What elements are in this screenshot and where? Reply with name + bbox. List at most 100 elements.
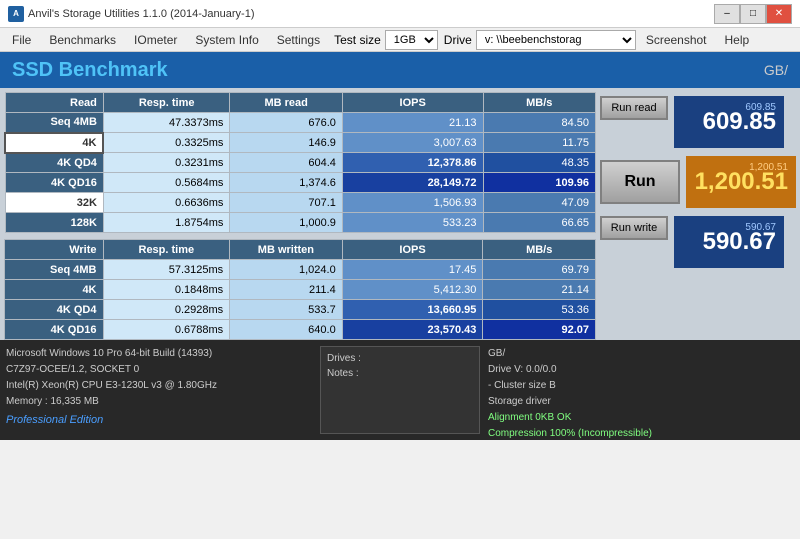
- row-label: 4K QD4: [5, 300, 104, 320]
- iops-val: 21.13: [342, 113, 483, 133]
- run-button[interactable]: Run: [600, 160, 680, 204]
- write-col-resp: Resp. time: [103, 240, 230, 260]
- mbs-val: 69.79: [483, 260, 596, 280]
- table-row: 4K QD4 0.2928ms 533.7 13,660.95 53.36: [5, 300, 596, 320]
- menu-settings[interactable]: Settings: [269, 31, 328, 49]
- run-row: Run 1,200.51 1,200.51: [600, 156, 796, 208]
- test-size-group: Test size 1GB 4GB: [334, 30, 438, 50]
- iops-val: 3,007.63: [342, 133, 483, 153]
- menu-file[interactable]: File: [4, 31, 39, 49]
- iops-val: 23,570.43: [342, 320, 483, 340]
- run-read-button[interactable]: Run read: [600, 96, 668, 120]
- mb-val: 640.0: [230, 320, 343, 340]
- main-content: Read Resp. time MB read IOPS MB/s Seq 4M…: [0, 88, 800, 340]
- drives-notes-panel: Drives : Notes :: [320, 346, 480, 434]
- close-button[interactable]: ✕: [766, 4, 792, 24]
- drives-label: Drives :: [327, 353, 473, 364]
- window-controls: – □ ✕: [714, 4, 792, 24]
- system-info-panel: Microsoft Windows 10 Pro 64-bit Build (1…: [6, 346, 312, 434]
- table-row: 4K 0.1848ms 211.4 5,412.30 21.14: [5, 280, 596, 300]
- read-col-mb: MB read: [230, 93, 342, 113]
- run-write-button[interactable]: Run write: [600, 216, 668, 240]
- resp-val: 0.1848ms: [103, 280, 230, 300]
- ssd-title: SSD Benchmark: [12, 59, 168, 82]
- menu-system-info[interactable]: System Info: [187, 31, 266, 49]
- table-row: 4K QD4 0.3231ms 604.4 12,378.86 48.35: [5, 153, 596, 173]
- mb-val: 707.1: [230, 193, 342, 213]
- resp-val: 0.5684ms: [103, 173, 230, 193]
- resp-val: 0.3325ms: [103, 133, 230, 153]
- test-size-select[interactable]: 1GB 4GB: [385, 30, 438, 50]
- mbs-val: 109.96: [483, 173, 596, 193]
- drive-group: Drive v: \\beebenchstorag: [444, 30, 636, 50]
- right-line7: Compression 100% (Incompressible): [488, 426, 794, 442]
- sys-line4: Memory : 16,335 MB: [6, 394, 312, 410]
- table-row: 128K 1.8754ms 1,000.9 533.23 66.65: [5, 213, 596, 233]
- resp-val: 1.8754ms: [103, 213, 230, 233]
- mbs-val: 21.14: [483, 280, 596, 300]
- sys-line3: Intel(R) Xeon(R) CPU E3-1230L v3 @ 1.80G…: [6, 378, 312, 394]
- ssd-unit: GB/: [764, 62, 788, 78]
- mb-val: 533.7: [230, 300, 343, 320]
- read-col-iops: IOPS: [342, 93, 483, 113]
- sys-line1: Microsoft Windows 10 Pro 64-bit Build (1…: [6, 346, 312, 362]
- menu-help[interactable]: Help: [717, 31, 758, 49]
- row-label: 32K: [5, 193, 103, 213]
- table-row: Seq 4MB 47.3373ms 676.0 21.13 84.50: [5, 113, 596, 133]
- write-col-mbs: MB/s: [483, 240, 596, 260]
- right-line6: Alignment 0KB OK: [488, 410, 794, 426]
- menu-benchmarks[interactable]: Benchmarks: [41, 31, 124, 49]
- row-label: 128K: [5, 213, 103, 233]
- table-row: 32K 0.6636ms 707.1 1,506.93 47.09: [5, 193, 596, 213]
- run-write-score-box: 590.67 590.67: [674, 216, 784, 268]
- mbs-val: 47.09: [483, 193, 596, 213]
- menu-bar: File Benchmarks IOmeter System Info Sett…: [0, 28, 800, 52]
- iops-val: 533.23: [342, 213, 483, 233]
- mb-val: 211.4: [230, 280, 343, 300]
- title-bar: A Anvil's Storage Utilities 1.1.0 (2014-…: [0, 0, 800, 28]
- iops-val: 1,506.93: [342, 193, 483, 213]
- mb-val: 1,024.0: [230, 260, 343, 280]
- total-score-box: 1,200.51 1,200.51: [686, 156, 796, 208]
- minimize-button[interactable]: –: [714, 4, 740, 24]
- write-col-mb: MB written: [230, 240, 343, 260]
- run-read-score-box: 609.85 609.85: [674, 96, 784, 148]
- run-read-row: Run read 609.85 609.85: [600, 96, 784, 148]
- pro-edition-label: Professional Edition: [6, 412, 312, 430]
- app-icon: A: [8, 6, 24, 22]
- drive-label: Drive: [444, 33, 472, 47]
- iops-val: 28,149.72: [342, 173, 483, 193]
- title-text: Anvil's Storage Utilities 1.1.0 (2014-Ja…: [28, 8, 254, 20]
- mbs-val: 48.35: [483, 153, 596, 173]
- right-panel: Run read 609.85 609.85 Run 1,200.51 1,20…: [600, 92, 796, 340]
- run-write-row: Run write 590.67 590.67: [600, 216, 784, 268]
- iops-val: 17.45: [342, 260, 483, 280]
- iops-val: 12,378.86: [342, 153, 483, 173]
- ssd-header: SSD Benchmark GB/: [0, 52, 800, 88]
- sys-line2: C7Z97-OCEE/1.2, SOCKET 0: [6, 362, 312, 378]
- test-size-label: Test size: [334, 33, 381, 47]
- read-col-label: Read: [5, 93, 103, 113]
- resp-val: 47.3373ms: [103, 113, 230, 133]
- row-label: 4K QD16: [5, 320, 104, 340]
- row-label: 4K QD16: [5, 173, 103, 193]
- drive-select[interactable]: v: \\beebenchstorag: [476, 30, 636, 50]
- maximize-button[interactable]: □: [740, 4, 766, 24]
- row-label: 4K: [5, 280, 104, 300]
- write-col-iops: IOPS: [342, 240, 483, 260]
- resp-val: 0.6636ms: [103, 193, 230, 213]
- read-table: Read Resp. time MB read IOPS MB/s Seq 4M…: [4, 92, 596, 233]
- resp-val: 0.2928ms: [103, 300, 230, 320]
- bottom-bar: Microsoft Windows 10 Pro 64-bit Build (1…: [0, 340, 800, 440]
- write-header-row: Write Resp. time MB written IOPS MB/s: [5, 240, 596, 260]
- mb-val: 676.0: [230, 113, 342, 133]
- row-label: Seq 4MB: [5, 260, 104, 280]
- read-col-resp: Resp. time: [103, 93, 230, 113]
- row-label: Seq 4MB: [5, 113, 103, 133]
- mbs-val: 11.75: [483, 133, 596, 153]
- table-row: Seq 4MB 57.3125ms 1,024.0 17.45 69.79: [5, 260, 596, 280]
- menu-iometer[interactable]: IOmeter: [126, 31, 185, 49]
- mbs-val: 53.36: [483, 300, 596, 320]
- menu-screenshot[interactable]: Screenshot: [638, 31, 715, 49]
- write-col-label: Write: [5, 240, 104, 260]
